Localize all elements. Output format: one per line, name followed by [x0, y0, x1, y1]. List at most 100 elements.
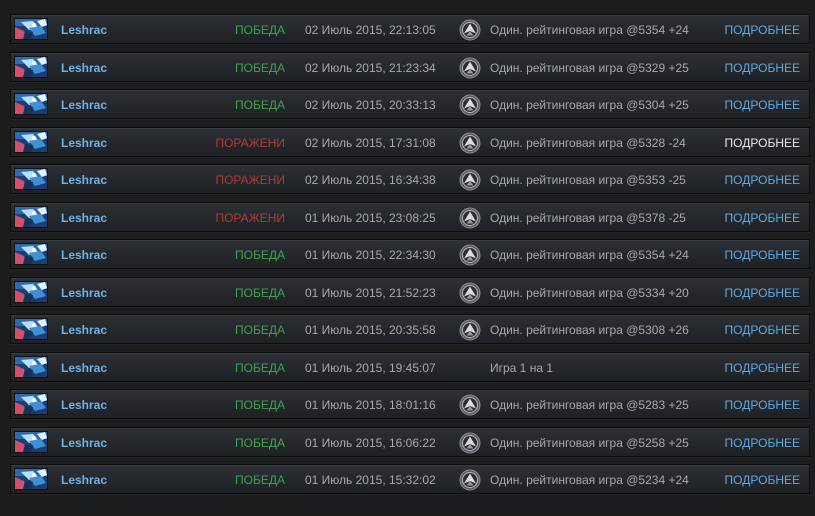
match-result: ПОРАЖЕНИ — [215, 210, 285, 225]
hero-name[interactable]: Leshrac — [61, 211, 107, 225]
details-link[interactable]: ПОДРОБНЕЕ — [725, 398, 800, 412]
hero-name[interactable]: Leshrac — [61, 398, 107, 412]
hero-name[interactable]: Leshrac — [61, 323, 107, 337]
match-row[interactable]: Leshrac ПОБЕДА 01 Июль 2015, 22:34:30 Од… — [10, 239, 810, 269]
leshrac-portrait-icon[interactable] — [14, 468, 48, 490]
match-row[interactable]: Leshrac ПОБЕДА 01 Июль 2015, 15:32:02 Од… — [10, 464, 810, 494]
leshrac-portrait-icon[interactable] — [14, 130, 48, 153]
hero-name[interactable]: Leshrac — [61, 286, 107, 300]
match-row[interactable]: Leshrac ПОРАЖЕНИ 02 Июль 2015, 17:31:08 … — [10, 126, 810, 157]
details-link[interactable]: ПОДРОБНЕЕ — [725, 286, 800, 300]
match-result: ПОБЕДА — [235, 435, 285, 450]
leshrac-portrait-icon[interactable] — [14, 318, 48, 340]
match-result: ПОБЕДА — [235, 323, 285, 337]
match-row[interactable]: Leshrac ПОБЕДА 01 Июль 2015, 20:35:58 Од… — [10, 314, 810, 344]
match-row[interactable]: Leshrac ПОБЕДА 02 Июль 2015, 20:33:13 Од… — [10, 89, 810, 119]
match-date: 01 Июль 2015, 21:52:23 — [305, 285, 436, 300]
match-result: ПОБЕДА — [235, 360, 285, 375]
details-link[interactable]: ПОДРОБНЕЕ — [725, 361, 800, 375]
details-link[interactable]: ПОДРОБНЕЕ — [725, 436, 800, 450]
match-date: 02 Июль 2015, 20:33:13 — [305, 98, 436, 112]
ranked-icon — [459, 19, 481, 41]
details-link[interactable]: ПОДРОБНЕЕ — [725, 61, 800, 75]
match-result: ПОБЕДА — [235, 98, 285, 112]
details-link[interactable]: ПОДРОБНЕЕ — [725, 98, 800, 112]
game-mode: Один. рейтинговая игра @5283 +25 — [490, 398, 689, 412]
leshrac-portrait-icon[interactable] — [14, 55, 48, 78]
match-result: ПОРАЖЕНИ — [215, 135, 285, 150]
details-link[interactable]: ПОДРОБНЕЕ — [725, 211, 800, 225]
match-date: 02 Июль 2015, 21:23:34 — [305, 60, 436, 75]
match-date: 01 Июль 2015, 16:06:22 — [305, 435, 436, 450]
game-mode: Один. рейтинговая игра @5308 +26 — [490, 323, 689, 337]
hero-name[interactable]: Leshrac — [61, 61, 107, 75]
leshrac-portrait-icon[interactable] — [14, 93, 48, 115]
game-mode: Один. рейтинговая игра @5354 +24 — [490, 248, 689, 262]
match-row[interactable]: Leshrac ПОБЕДА 01 Июль 2015, 19:45:07 Иг… — [10, 351, 810, 382]
leshrac-portrait-icon[interactable] — [14, 243, 48, 265]
hero-name[interactable]: Leshrac — [61, 23, 107, 37]
details-link[interactable]: ПОДРОБНЕЕ — [725, 173, 800, 187]
match-date: 01 Июль 2015, 19:45:07 — [305, 360, 436, 375]
match-result: ПОРАЖЕНИ — [215, 173, 285, 187]
game-mode: Игра 1 на 1 — [490, 360, 553, 375]
match-result: ПОБЕДА — [235, 60, 285, 75]
hero-name[interactable]: Leshrac — [61, 173, 107, 187]
ranked-icon — [459, 57, 481, 79]
match-result: ПОБЕДА — [235, 285, 285, 300]
game-mode: Один. рейтинговая игра @5378 -25 — [490, 210, 686, 225]
game-mode: Один. рейтинговая игра @5328 -24 — [490, 135, 686, 150]
match-row[interactable]: Leshrac ПОБЕДА 01 Июль 2015, 21:52:23 Од… — [10, 276, 810, 307]
ranked-icon — [459, 319, 481, 341]
leshrac-portrait-icon[interactable] — [14, 280, 48, 303]
match-row[interactable]: Leshrac ПОБЕДА 01 Июль 2015, 18:01:16 Од… — [10, 389, 810, 419]
match-row[interactable]: Leshrac ПОБЕДА 01 Июль 2015, 16:06:22 Од… — [10, 426, 810, 457]
match-result: ПОБЕДА — [235, 23, 285, 37]
hero-name[interactable]: Leshrac — [61, 136, 107, 150]
match-date: 01 Июль 2015, 22:34:30 — [305, 248, 436, 262]
details-link[interactable]: ПОДРОБНЕЕ — [725, 248, 800, 262]
details-link[interactable]: ПОДРОБНЕЕ — [725, 136, 800, 150]
ranked-icon — [459, 244, 481, 266]
game-mode: Один. рейтинговая игра @5234 +24 — [490, 473, 689, 487]
match-date: 02 Июль 2015, 17:31:08 — [305, 135, 436, 150]
leshrac-portrait-icon[interactable] — [14, 393, 48, 415]
ranked-icon — [459, 132, 481, 154]
match-result: ПОБЕДА — [235, 248, 285, 262]
hero-name[interactable]: Leshrac — [61, 436, 107, 450]
match-date: 01 Июль 2015, 23:08:25 — [305, 210, 436, 225]
match-row[interactable]: Leshrac ПОБЕДА 02 Июль 2015, 22:13:05 Од… — [10, 14, 810, 44]
hero-name[interactable]: Leshrac — [61, 473, 107, 487]
leshrac-portrait-icon[interactable] — [14, 355, 48, 378]
ranked-icon — [459, 394, 481, 416]
match-date: 01 Июль 2015, 15:32:02 — [305, 473, 436, 487]
hero-name[interactable]: Leshrac — [61, 361, 107, 375]
hero-name[interactable]: Leshrac — [61, 98, 107, 112]
game-mode: Один. рейтинговая игра @5304 +25 — [490, 98, 689, 112]
match-row[interactable]: Leshrac ПОРАЖЕНИ 01 Июль 2015, 23:08:25 … — [10, 201, 810, 232]
match-row[interactable]: Leshrac ПОБЕДА 02 Июль 2015, 21:23:34 Од… — [10, 51, 810, 82]
ranked-icon — [459, 282, 481, 304]
leshrac-portrait-icon[interactable] — [14, 430, 48, 453]
game-mode: Один. рейтинговая игра @5258 +25 — [490, 435, 689, 450]
ranked-icon — [459, 207, 481, 229]
leshrac-portrait-icon[interactable] — [14, 205, 48, 228]
leshrac-portrait-icon[interactable] — [14, 18, 48, 40]
match-row[interactable]: Leshrac ПОРАЖЕНИ 02 Июль 2015, 16:34:38 … — [10, 164, 810, 194]
ranked-icon — [459, 469, 481, 491]
ranked-icon — [459, 94, 481, 116]
match-date: 02 Июль 2015, 16:34:38 — [305, 173, 436, 187]
game-mode: Один. рейтинговая игра @5354 +24 — [490, 23, 689, 37]
hero-name[interactable]: Leshrac — [61, 248, 107, 262]
match-date: 01 Июль 2015, 20:35:58 — [305, 323, 436, 337]
details-link[interactable]: ПОДРОБНЕЕ — [725, 23, 800, 37]
leshrac-portrait-icon[interactable] — [14, 168, 48, 190]
ranked-icon — [459, 432, 481, 454]
match-result: ПОБЕДА — [235, 398, 285, 412]
match-date: 01 Июль 2015, 18:01:16 — [305, 398, 436, 412]
details-link[interactable]: ПОДРОБНЕЕ — [725, 473, 800, 487]
details-link[interactable]: ПОДРОБНЕЕ — [725, 323, 800, 337]
game-mode: Один. рейтинговая игра @5353 -25 — [490, 173, 686, 187]
game-mode: Один. рейтинговая игра @5329 +25 — [490, 60, 689, 75]
match-history-list: Leshrac ПОБЕДА 02 Июль 2015, 22:13:05 Од… — [10, 14, 810, 502]
